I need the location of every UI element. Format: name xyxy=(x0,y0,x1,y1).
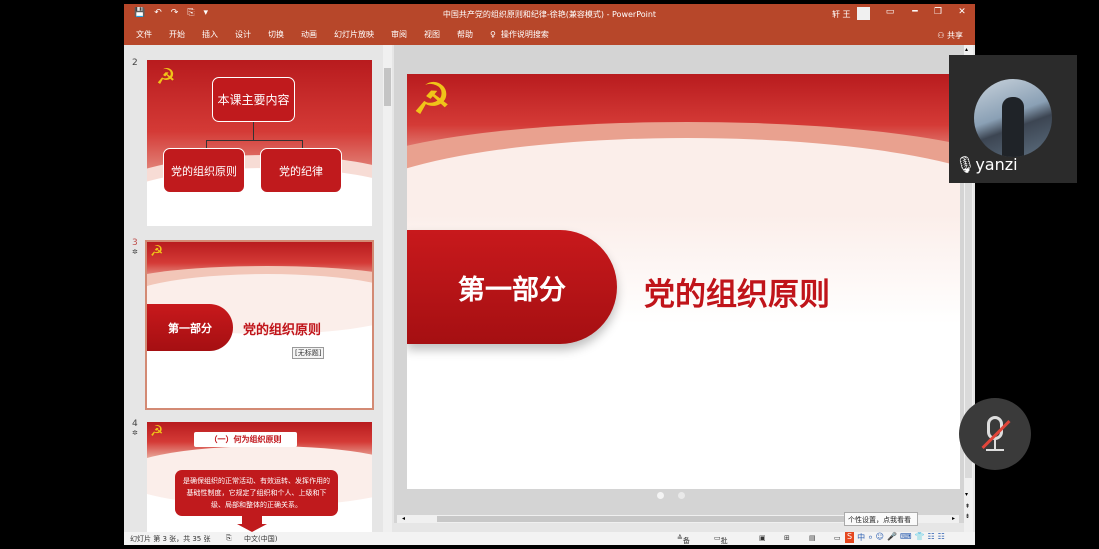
slide-thumbnail-3[interactable]: ☭ 第一部分 党的组织原则 [无标题] xyxy=(145,240,374,410)
scroll-right-icon[interactable]: ▸ xyxy=(952,515,955,522)
avatar-figure xyxy=(1002,97,1024,157)
content-item-box: 党的组织原则 xyxy=(163,148,245,193)
scroll-left-icon[interactable]: ◂ xyxy=(402,515,405,522)
menu-icon[interactable]: ☷ xyxy=(938,532,945,543)
slide-number: 2 xyxy=(132,58,138,68)
scroll-up-icon[interactable]: ▴ xyxy=(965,46,968,53)
current-slide[interactable]: ☭ 第一部分 党的组织原则 xyxy=(407,74,960,489)
next-slide-icon[interactable]: ⇟ xyxy=(965,513,970,520)
tab-insert[interactable]: 插入 xyxy=(202,29,218,40)
content-item-box: 党的纪律 xyxy=(260,148,342,193)
powerpoint-window: 💾 ↶ ↷ ⎘ ▾ 中国共产党的组织原则和纪律-徐艳(兼容模式) - Power… xyxy=(124,4,975,545)
title-bar: 💾 ↶ ↷ ⎘ ▾ 中国共产党的组织原则和纪律-徐艳(兼容模式) - Power… xyxy=(124,4,975,24)
skin-icon[interactable]: 👕 xyxy=(915,532,925,543)
reading-view-icon[interactable]: ▤ xyxy=(809,534,816,542)
slide-thumbnail-4[interactable]: ☭ （一）何为组织原则 是确保组织的正常活动、有效运转、发挥作用的基础性制度，它… xyxy=(147,422,372,532)
tab-file[interactable]: 文件 xyxy=(136,29,152,40)
sogou-ime-icon[interactable]: S xyxy=(845,532,855,543)
transition-star-icon: ✲ xyxy=(132,248,138,256)
tab-slideshow[interactable]: 幻灯片放映 xyxy=(334,29,374,40)
slide-thumbnail-2[interactable]: ☭ 本课主要内容 党的组织原则 党的纪律 xyxy=(147,60,372,226)
slide-number: 3 xyxy=(132,238,138,248)
part-label: 第一部分 xyxy=(147,304,233,351)
thumbnail-pane: 2 ☭ 本课主要内容 党的组织原则 党的纪律 3 ✲ ☭ 第一部分 党的组织原则… xyxy=(124,45,383,532)
tab-animations[interactable]: 动画 xyxy=(301,29,317,40)
slide-dot xyxy=(678,492,685,499)
transition-star-icon: ✲ xyxy=(132,429,138,437)
participant-name: yanzi xyxy=(975,155,1018,174)
scrollbar-thumb[interactable] xyxy=(384,68,391,106)
slideshow-icon[interactable]: ▭ xyxy=(834,534,841,542)
tab-transitions[interactable]: 切换 xyxy=(268,29,284,40)
spellcheck-icon[interactable]: ⎘ xyxy=(226,534,232,543)
participant-label: 🎙yanzi xyxy=(955,155,1018,174)
party-emblem-icon: ☭ xyxy=(150,242,164,260)
close-button[interactable]: ✕ xyxy=(954,7,970,17)
scroll-down-icon[interactable]: ▾ xyxy=(965,491,968,498)
system-tray: S 中 ⸰ ☺ 🎤 ⌨ 👕 ☷ ☷ xyxy=(845,532,945,543)
microphone-icon: 🎙 xyxy=(955,155,976,174)
part-label: 第一部分 xyxy=(407,230,617,344)
language-indicator[interactable]: 中文(中国) xyxy=(244,534,277,544)
party-emblem-icon: ☭ xyxy=(150,422,164,440)
keyboard-icon[interactable]: ⌨ xyxy=(900,532,912,543)
tab-view[interactable]: 视图 xyxy=(424,29,440,40)
previous-slide-icon[interactable]: ⇞ xyxy=(965,503,970,510)
tab-review[interactable]: 审阅 xyxy=(391,29,407,40)
slide-sorter-icon[interactable]: ⊞ xyxy=(784,534,790,542)
tab-home[interactable]: 开始 xyxy=(169,29,185,40)
share-label: 共享 xyxy=(947,31,963,40)
notes-button[interactable]: ≙ 备注 xyxy=(677,534,690,545)
tab-design[interactable]: 设计 xyxy=(235,29,251,40)
ribbon-display-icon[interactable]: ▭ xyxy=(882,7,898,17)
comments-label: 批注 xyxy=(720,537,728,545)
microphone-base xyxy=(986,449,1004,451)
slide-tooltip: [无标题] xyxy=(292,347,325,359)
lightbulb-icon: ♀ xyxy=(490,30,496,39)
toolbox-icon[interactable]: ☷ xyxy=(927,532,934,543)
tell-me-search[interactable]: 操作说明搜索 xyxy=(501,29,549,40)
slide-number: 4 xyxy=(132,419,138,429)
connector-line xyxy=(302,140,303,148)
person-icon: ⚇ xyxy=(937,31,947,40)
section-heading: 党的组织原则 xyxy=(644,277,830,313)
down-arrow-icon xyxy=(237,524,267,532)
party-emblem-icon: ☭ xyxy=(412,74,452,125)
tab-help[interactable]: 帮助 xyxy=(457,29,473,40)
ime-tooltip: 个性设置，点我看看 xyxy=(844,512,918,526)
microphone-stand xyxy=(994,440,996,449)
ribbon-tabs: 文件 开始 插入 设计 切换 动画 幻灯片放映 审阅 视图 帮助 ♀ 操作说明搜… xyxy=(124,24,975,45)
thumbnail-scrollbar[interactable] xyxy=(383,45,392,532)
mute-microphone-button[interactable] xyxy=(959,398,1031,470)
section-heading: 党的组织原则 xyxy=(243,323,322,338)
maximize-button[interactable]: ❐ xyxy=(930,7,946,17)
participant-tile[interactable]: 🎙yanzi xyxy=(949,55,1077,183)
connector-line xyxy=(206,140,207,148)
party-emblem-icon: ☭ xyxy=(156,65,176,90)
notes-label: 备注 xyxy=(682,537,690,545)
connector-line xyxy=(206,140,302,141)
connector-line xyxy=(253,122,254,140)
participant-avatar xyxy=(974,79,1052,157)
definition-box: 是确保组织的正常活动、有效运转、发挥作用的基础性制度，它规定了组织和个人、上级和… xyxy=(175,470,338,516)
slide-counter: 幻灯片 第 3 张，共 35 张 xyxy=(130,535,211,543)
user-avatar[interactable] xyxy=(857,7,870,20)
minimize-button[interactable]: ━ xyxy=(907,7,923,17)
slide-dot xyxy=(657,492,664,499)
voice-input-icon[interactable]: 🎤 xyxy=(887,532,897,543)
content-title-box: 本课主要内容 xyxy=(212,77,295,122)
punctuation-icon[interactable]: ⸰ xyxy=(868,532,873,543)
emoji-icon[interactable]: ☺ xyxy=(876,532,884,543)
ime-mode-icon[interactable]: 中 xyxy=(857,532,865,543)
comments-button[interactable]: ▭ 批注 xyxy=(714,534,728,545)
share-button[interactable]: ⚇ 共享 xyxy=(937,30,963,41)
normal-view-icon[interactable]: ▣ xyxy=(759,534,766,542)
section-heading: （一）何为组织原则 xyxy=(194,432,297,447)
slide-editor: ☭ 第一部分 党的组织原则 ◂ ▸ xyxy=(394,45,964,523)
arrow-shaft xyxy=(242,516,262,524)
user-name[interactable]: 轩 王 xyxy=(832,9,851,20)
